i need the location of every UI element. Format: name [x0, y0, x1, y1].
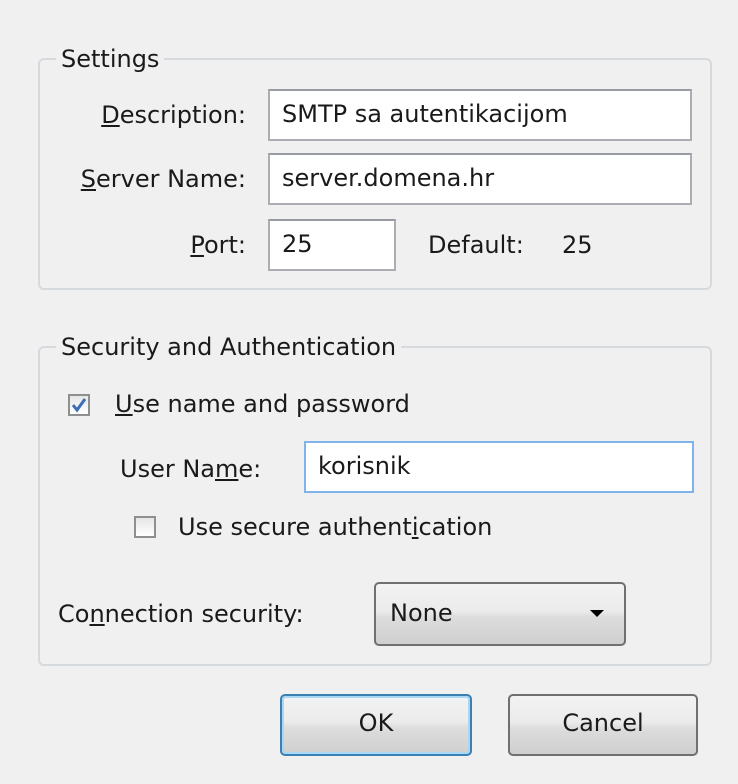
secure-auth-label[interactable]: Use secure authentication [178, 510, 492, 544]
settings-legend: Settings [56, 42, 165, 76]
connection-security-value: None [390, 599, 453, 627]
cancel-button[interactable]: Cancel [508, 694, 698, 756]
description-input[interactable]: SMTP sa autentikacijom [268, 89, 692, 141]
server-name-input[interactable]: server.domena.hr [268, 153, 692, 205]
port-input[interactable]: 25 [268, 219, 396, 271]
port-default-label: Default: [428, 231, 524, 259]
user-name-label: User Name: [120, 455, 262, 483]
use-name-password-checkbox[interactable] [68, 394, 90, 416]
security-legend: Security and Authentication [56, 330, 402, 364]
use-name-password-label[interactable]: Use name and password [115, 387, 410, 421]
dropdown-arrow-icon [590, 610, 604, 617]
connection-security-select[interactable]: None [374, 582, 626, 646]
checkmark-icon [71, 398, 87, 413]
description-label: Description: [101, 101, 246, 129]
connection-security-label: Connection security: [58, 600, 304, 628]
port-label: Port: [190, 231, 246, 259]
port-default-value: 25 [562, 231, 593, 259]
user-name-input[interactable]: korisnik [304, 441, 694, 493]
ok-button[interactable]: OK [280, 694, 472, 756]
server-name-label: Server Name: [80, 165, 246, 193]
secure-auth-checkbox[interactable] [134, 516, 156, 538]
